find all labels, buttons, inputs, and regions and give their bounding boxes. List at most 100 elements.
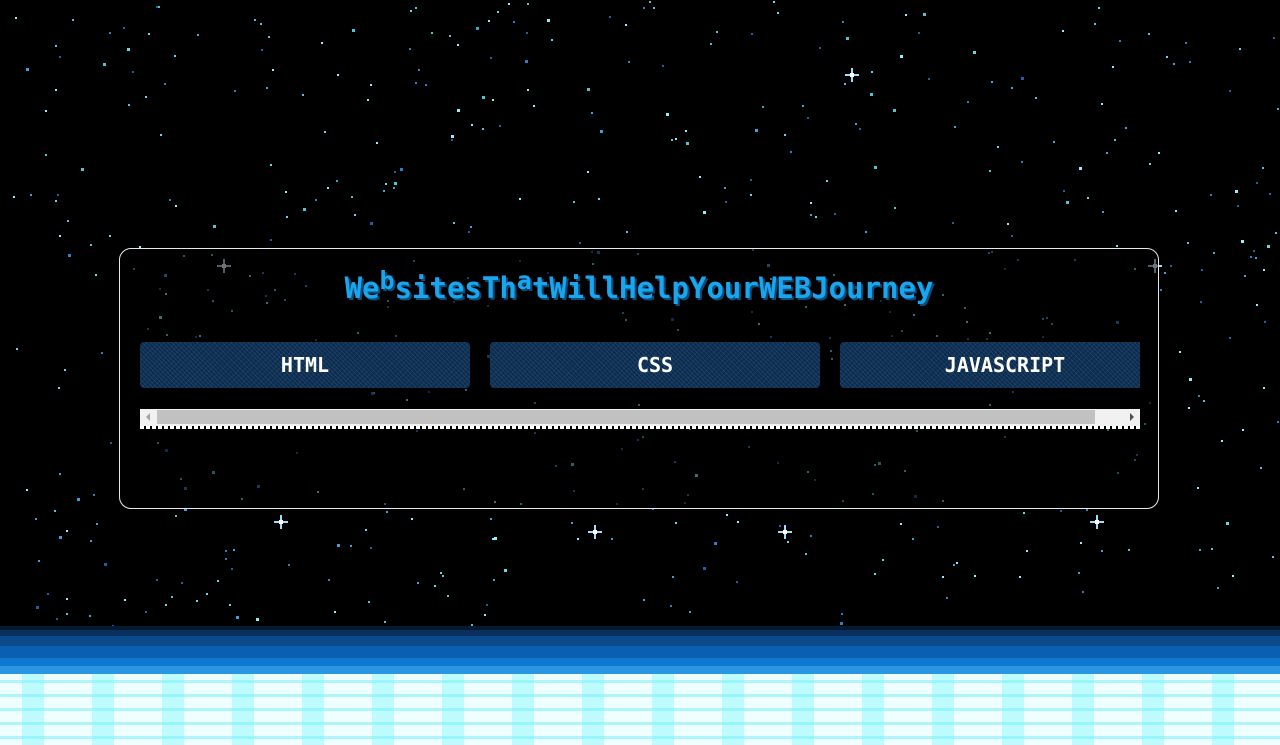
star [175,205,177,207]
star [805,553,807,555]
star [127,48,130,51]
star [533,105,535,107]
tab-javascript[interactable]: JAVASCRIPT [840,342,1140,388]
star [974,575,976,577]
star [1269,193,1271,195]
star [810,535,812,537]
star [1237,205,1239,207]
star [181,582,183,584]
star [96,523,98,525]
star [1226,522,1229,525]
chevron-right-icon[interactable] [1124,409,1140,425]
star [229,604,231,606]
title-part: sitesTh [394,271,517,305]
star [762,106,764,108]
star [989,170,991,172]
star [272,69,274,71]
star [66,613,68,615]
star [410,10,412,12]
star [779,525,781,527]
star [1106,152,1108,154]
star [953,564,955,566]
star [164,83,166,85]
star [101,352,103,354]
tab-html[interactable]: HTML [140,342,470,388]
star [784,134,786,136]
star [123,27,125,29]
star [468,231,470,233]
star [370,222,373,225]
star [148,33,150,35]
star [1250,256,1252,258]
star [352,29,355,32]
star [724,187,726,189]
tab-css[interactable]: CSS [490,342,820,388]
star [409,48,411,50]
bright-star [1090,515,1104,529]
star [973,51,976,54]
star [225,558,227,560]
star [1256,304,1258,306]
star [1229,90,1231,92]
star [385,183,387,185]
star [587,88,590,91]
star [158,6,160,8]
star [89,615,91,617]
star [942,576,944,578]
star [1277,421,1279,423]
star [893,109,896,112]
star [286,216,288,218]
tab-scroller[interactable]: HTML CSS JAVASCRIPT [140,342,1140,389]
star [95,274,97,276]
star [751,33,753,35]
star [1101,103,1103,105]
star [653,7,655,9]
star [1164,272,1166,274]
star [36,606,39,609]
star [790,151,792,153]
star [802,105,804,107]
star [351,196,353,198]
star [354,214,356,216]
star [918,32,920,34]
star [45,154,47,156]
star [900,55,903,58]
horizontal-scrollbar[interactable] [140,409,1140,429]
scrollbar-edge [140,426,1140,429]
star [370,84,372,86]
star [1026,550,1028,552]
star [337,74,339,76]
star [1189,378,1192,381]
star [66,598,68,600]
star [807,117,809,119]
star [810,202,812,204]
star [1175,210,1177,212]
star [303,208,306,211]
scrollbar-thumb[interactable] [157,410,1095,424]
star [109,235,111,237]
star [1179,351,1181,353]
star [254,19,256,21]
chevron-left-icon[interactable] [140,409,156,425]
star [1188,407,1190,409]
star [991,81,993,83]
star [1260,467,1262,469]
star [213,225,216,228]
star [196,600,198,602]
star [787,541,789,543]
star [1264,321,1266,323]
star [525,60,528,63]
star [302,94,304,96]
star [587,171,589,173]
star [231,568,233,570]
star [453,222,455,224]
star [156,6,158,8]
star [841,613,843,615]
page: WebsitesThatWillHelpYourWEBJourney HTML … [0,0,1280,745]
star [755,129,758,132]
title-part: a [516,266,532,295]
star [513,21,515,23]
star [55,89,57,91]
star [328,579,330,581]
star [256,618,259,621]
